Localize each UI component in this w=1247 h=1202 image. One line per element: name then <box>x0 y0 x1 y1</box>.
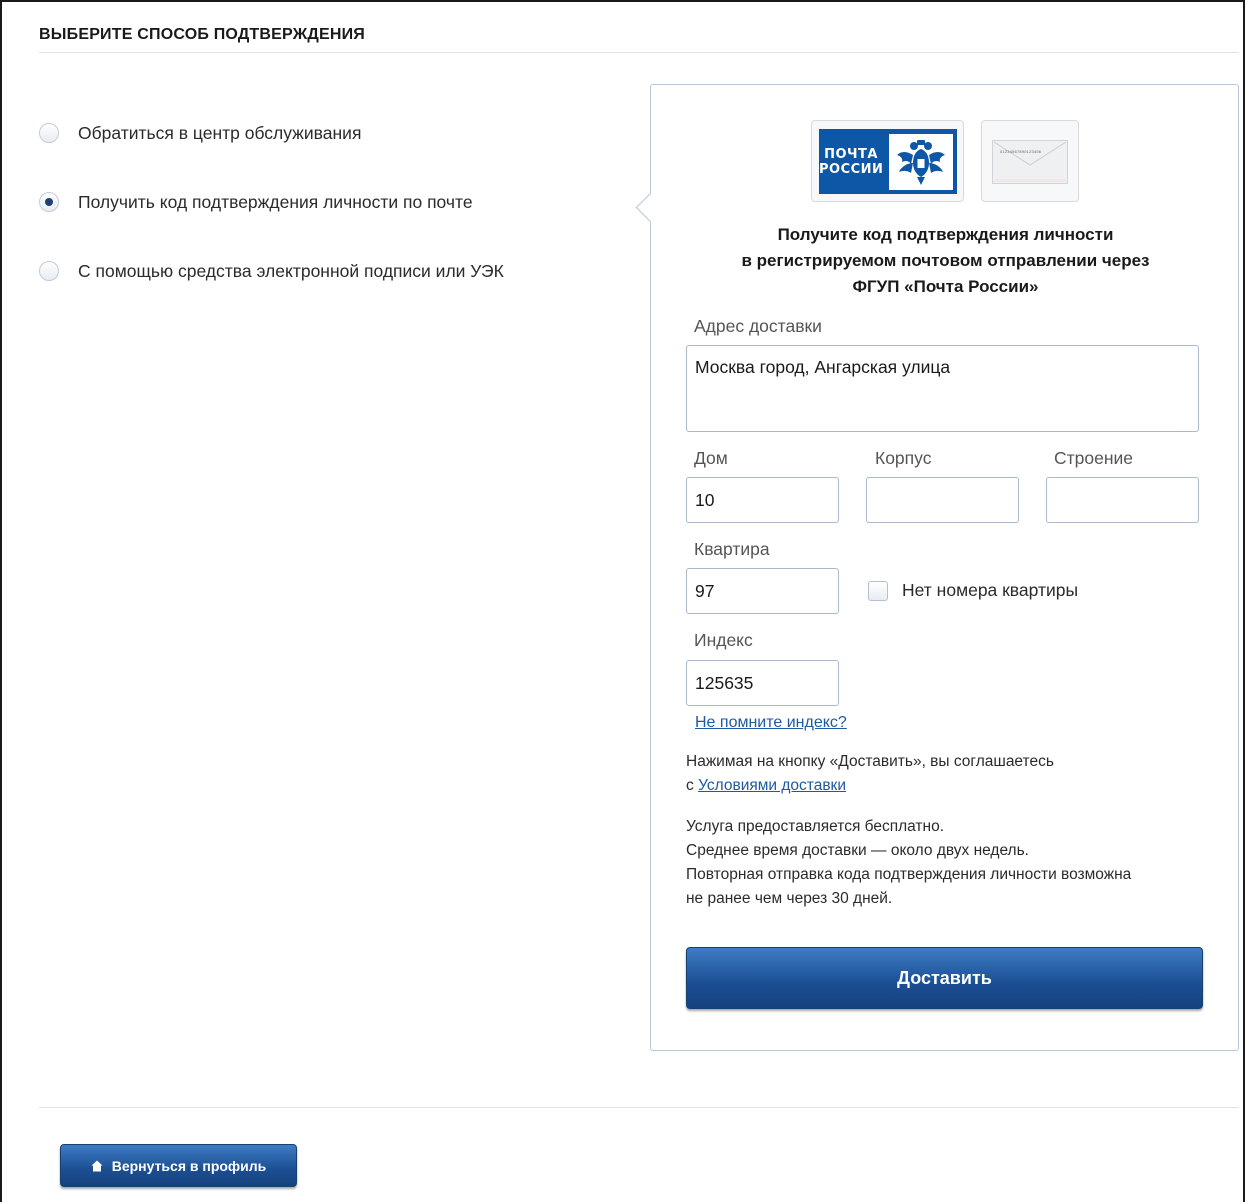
index-field[interactable] <box>686 660 839 706</box>
option-mail[interactable]: Получить код подтверждения личности по п… <box>39 187 504 217</box>
option-e-signature[interactable]: С помощью средства электронной подписи и… <box>39 256 504 286</box>
forgot-index-link[interactable]: Не помните индекс? <box>695 714 847 732</box>
logo-text-line: РОССИИ <box>819 161 884 177</box>
radio-mail[interactable] <box>39 192 59 212</box>
back-to-profile-button[interactable]: Вернуться в профиль <box>60 1144 297 1187</box>
option-label: С помощью средства электронной подписи и… <box>78 260 504 281</box>
heading-line: Получите код подтверждения личности <box>777 225 1114 244</box>
option-service-center[interactable]: Обратиться в центр обслуживания <box>39 118 504 148</box>
home-icon <box>91 1160 103 1172</box>
apartment-field[interactable] <box>686 568 839 614</box>
radio-service-center[interactable] <box>39 123 59 143</box>
no-apartment-label[interactable]: Нет номера квартиры <box>902 580 1078 601</box>
confirmation-options: Обратиться в центр обслуживания Получить… <box>39 118 504 325</box>
footer-divider <box>39 1107 1239 1108</box>
house-field[interactable] <box>686 477 839 523</box>
mail-delivery-panel: ПОЧТА РОССИИ 01234567890123456 Получите … <box>635 84 1240 1051</box>
envelope-barcode-text: 01234567890123456 <box>1000 149 1042 154</box>
agreement-line: с Условиями доставки <box>686 774 1054 798</box>
structure-label: Строение <box>1054 448 1134 468</box>
russian-post-option[interactable]: ПОЧТА РОССИИ <box>811 120 964 202</box>
agreement-text: Нажимая на кнопку «Доставить», вы соглаш… <box>686 750 1054 798</box>
building-label: Корпус <box>875 448 932 468</box>
agreement-line: Нажимая на кнопку «Доставить», вы соглаш… <box>686 753 1054 770</box>
no-apartment-checkbox[interactable] <box>868 581 888 601</box>
info-line: Услуга предоставляется бесплатно. <box>686 818 945 835</box>
deliver-button[interactable]: Доставить <box>686 947 1203 1009</box>
section-title: ВЫБЕРИТЕ СПОСОБ ПОДТВЕРЖДЕНИЯ <box>39 26 365 43</box>
option-label: Получить код подтверждения личности по п… <box>78 191 473 212</box>
service-info: Услуга предоставляется бесплатно. Средне… <box>686 815 1131 911</box>
radio-e-signature[interactable] <box>39 261 59 281</box>
address-label: Адрес доставки <box>694 316 822 336</box>
info-line: не ранее чем через 30 дней. <box>686 890 893 907</box>
index-label: Индекс <box>694 630 753 650</box>
registered-letter-option[interactable]: 01234567890123456 <box>981 120 1079 202</box>
russian-post-logo: ПОЧТА РОССИИ <box>819 129 957 194</box>
russian-post-logo-text: ПОЧТА РОССИИ <box>819 147 883 177</box>
heading-line: ФГУП «Почта России» <box>852 277 1039 296</box>
option-label: Обратиться в центр обслуживания <box>78 122 362 143</box>
eagle-emblem-icon <box>889 133 953 190</box>
structure-field[interactable] <box>1046 477 1199 523</box>
house-label: Дом <box>694 448 728 468</box>
logo-text-line: ПОЧТА <box>824 146 878 162</box>
heading-line: в регистрируемом почтовом отправлении че… <box>741 251 1150 270</box>
building-field[interactable] <box>866 477 1019 523</box>
apartment-label: Квартира <box>694 539 770 559</box>
info-line: Среднее время доставки — около двух неде… <box>686 842 1029 859</box>
address-field[interactable]: Москва город, Ангарская улица <box>686 345 1199 432</box>
delivery-terms-link[interactable]: Условиями доставки <box>698 777 846 794</box>
title-divider <box>39 52 1239 53</box>
back-button-label: Вернуться в профиль <box>111 1157 267 1174</box>
info-line: Повторная отправка кода подтверждения ли… <box>686 866 1132 883</box>
panel-heading: Получите код подтверждения личности в ре… <box>651 222 1240 300</box>
agreement-prefix: с <box>686 777 694 794</box>
envelope-icon: 01234567890123456 <box>992 140 1068 184</box>
